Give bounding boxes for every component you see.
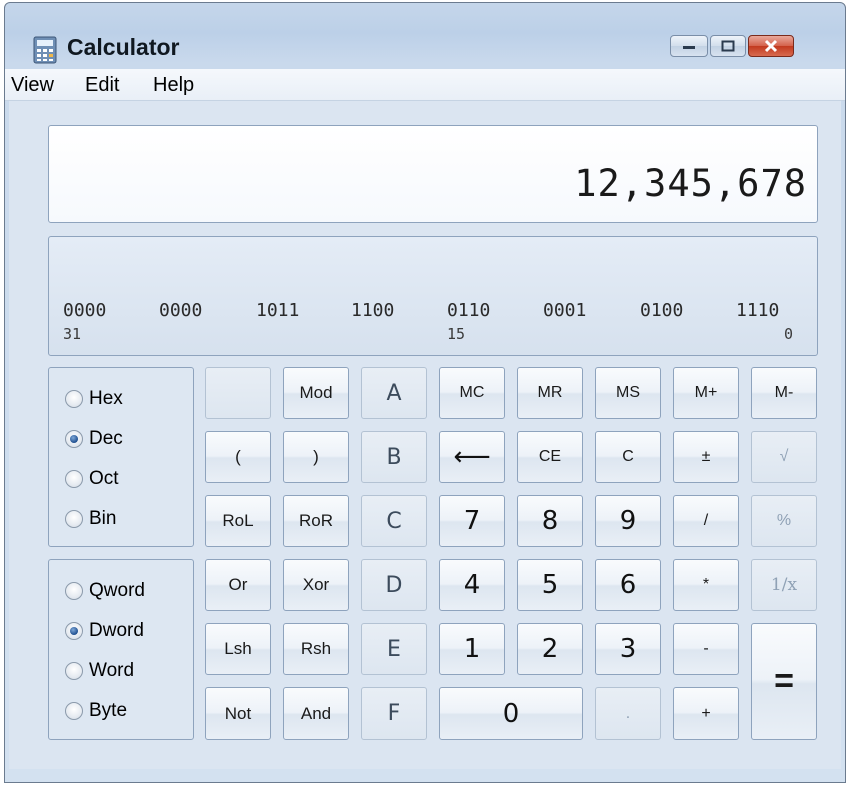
close-button[interactable] <box>748 35 794 57</box>
nibble: 0000 <box>63 300 107 321</box>
radio-button-icon <box>65 662 83 680</box>
memory-store-button[interactable]: MS <box>595 367 661 419</box>
memory-recall-button[interactable]: MR <box>517 367 583 419</box>
minimize-button[interactable] <box>670 35 708 57</box>
radio-dword[interactable]: Dword <box>65 620 144 642</box>
radio-bin[interactable]: Bin <box>65 508 116 530</box>
hex-a-button: A <box>361 367 427 419</box>
digit-9-button[interactable]: 9 <box>595 495 661 547</box>
radio-oct[interactable]: Oct <box>65 468 119 490</box>
radio-button-icon <box>65 510 83 528</box>
digit-5-button[interactable]: 5 <box>517 559 583 611</box>
divide-button[interactable]: / <box>673 495 739 547</box>
and-button[interactable]: And <box>283 687 349 740</box>
memory-add-button[interactable]: M+ <box>673 367 739 419</box>
backspace-arrow-icon: ⟵ <box>453 442 491 472</box>
radio-word[interactable]: Word <box>65 660 134 682</box>
mod-button[interactable]: Mod <box>283 367 349 419</box>
clear-entry-button[interactable]: CE <box>517 431 583 483</box>
result-display: 12,345,678 <box>48 125 818 223</box>
hex-d-button: D <box>361 559 427 611</box>
hex-b-button: B <box>361 431 427 483</box>
nibble: 0000 <box>159 300 203 321</box>
rotate-right-button[interactable]: RoR <box>283 495 349 547</box>
digit-8-button[interactable]: 8 <box>517 495 583 547</box>
multiply-button[interactable]: * <box>673 559 739 611</box>
menu-view[interactable]: View <box>11 74 54 97</box>
window-title: Calculator <box>67 34 180 60</box>
menu-help[interactable]: Help <box>153 74 194 97</box>
hex-c-button: C <box>361 495 427 547</box>
bit-index-label: 31 <box>63 325 82 343</box>
hex-f-button: F <box>361 687 427 740</box>
radio-button-icon <box>65 390 83 408</box>
maximize-button[interactable] <box>710 35 746 57</box>
backspace-button[interactable]: ⟵ <box>439 431 505 483</box>
bit-index-label: 0 <box>784 325 794 343</box>
close-icon <box>764 39 778 53</box>
radio-button-icon <box>65 470 83 488</box>
reciprocal-button: 1/x <box>751 559 817 611</box>
radio-button-icon <box>65 622 83 640</box>
negate-button[interactable]: ± <box>673 431 739 483</box>
square-root-button: √ <box>751 431 817 483</box>
binary-bit-display: 0000 0000 1011 1100 0110 0001 0100 1110 … <box>48 236 818 356</box>
display-value: 12,345,678 <box>574 162 807 205</box>
decimal-point-button: . <box>595 687 661 740</box>
digit-2-button[interactable]: 2 <box>517 623 583 675</box>
nibble: 1011 <box>256 300 300 321</box>
number-base-group: Hex Dec Oct Bin <box>48 367 194 547</box>
menu-edit[interactable]: Edit <box>85 74 119 97</box>
radio-button-icon <box>65 702 83 720</box>
rotate-left-button[interactable]: RoL <box>205 495 271 547</box>
nibble: 0100 <box>640 300 684 321</box>
nibble: 0001 <box>543 300 587 321</box>
add-button[interactable]: + <box>673 687 739 740</box>
digit-3-button[interactable]: 3 <box>595 623 661 675</box>
right-shift-button[interactable]: Rsh <box>283 623 349 675</box>
clear-button[interactable]: C <box>595 431 661 483</box>
or-button[interactable]: Or <box>205 559 271 611</box>
left-shift-button[interactable]: Lsh <box>205 623 271 675</box>
xor-button[interactable]: Xor <box>283 559 349 611</box>
percent-button: % <box>751 495 817 547</box>
title-bar[interactable]: Calculator <box>5 3 845 69</box>
hex-e-button: E <box>361 623 427 675</box>
close-paren-button[interactable]: ) <box>283 431 349 483</box>
calculator-app-icon <box>33 36 57 64</box>
subtract-button[interactable]: - <box>673 623 739 675</box>
radio-hex[interactable]: Hex <box>65 388 123 410</box>
digit-4-button[interactable]: 4 <box>439 559 505 611</box>
radio-qword[interactable]: Qword <box>65 580 145 602</box>
digit-1-button[interactable]: 1 <box>439 623 505 675</box>
not-button[interactable]: Not <box>205 687 271 740</box>
open-paren-button[interactable]: ( <box>205 431 271 483</box>
calculator-window: Calculator View Edit Help 12,345,678 000… <box>4 2 846 783</box>
memory-subtract-button[interactable]: M- <box>751 367 817 419</box>
nibble: 0110 <box>447 300 491 321</box>
radio-byte[interactable]: Byte <box>65 700 127 722</box>
digit-6-button[interactable]: 6 <box>595 559 661 611</box>
equals-button[interactable]: = <box>751 623 817 740</box>
nibble: 1100 <box>351 300 395 321</box>
radio-button-icon <box>65 582 83 600</box>
maximize-icon <box>721 40 735 52</box>
word-size-group: Qword Dword Word Byte <box>48 559 194 740</box>
memory-clear-button[interactable]: MC <box>439 367 505 419</box>
radio-button-icon <box>65 430 83 448</box>
radio-dec[interactable]: Dec <box>65 428 123 450</box>
blank-key <box>205 367 271 419</box>
digit-0-button[interactable]: 0 <box>439 687 583 740</box>
bit-index-label: 15 <box>447 325 466 343</box>
nibble: 1110 <box>736 300 780 321</box>
digit-7-button[interactable]: 7 <box>439 495 505 547</box>
menu-bar: View Edit Help <box>5 69 845 101</box>
minimize-icon <box>683 46 695 49</box>
